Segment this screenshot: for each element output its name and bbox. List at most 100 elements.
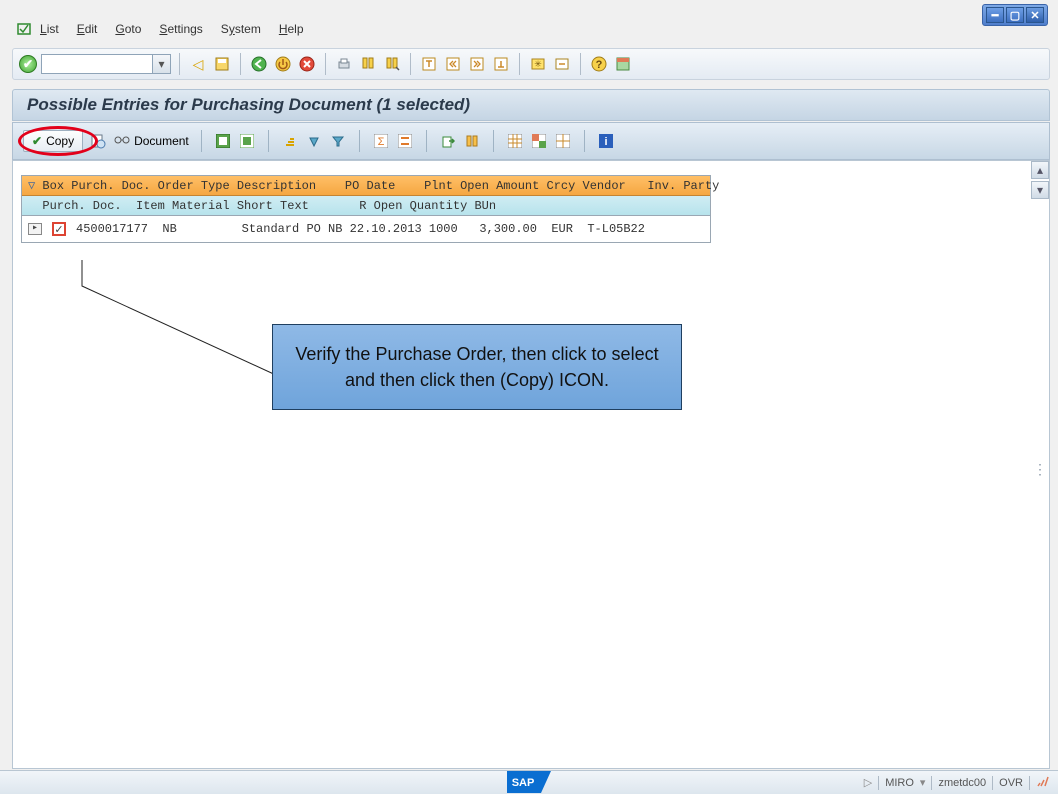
scroll-down-icon[interactable]: ▾ [1031,181,1049,199]
prev-page-icon[interactable] [443,54,463,74]
separator [325,53,326,75]
exit-icon[interactable] [273,54,293,74]
menu-edit[interactable]: Edit [77,22,98,36]
grid-small-icon[interactable] [554,132,572,150]
export-icon[interactable] [439,132,457,150]
menu-session-icon[interactable] [16,22,32,36]
expand-icon[interactable]: ▸ [28,223,42,235]
separator [931,776,932,790]
cell-open-amount: 3,300.00 [479,222,537,236]
menu-settings[interactable]: Settings [159,22,202,36]
generate-shortcut-icon[interactable] [552,54,572,74]
separator [992,776,993,790]
enter-button[interactable]: ✔ [19,55,37,73]
refresh-doc-icon[interactable] [89,132,107,150]
status-ovr: OVR [999,777,1023,789]
back-icon[interactable]: ◁ [188,54,208,74]
scroll-grip-icon[interactable]: ⋮⋮ [1033,461,1047,475]
check-green-icon: ✔ [32,134,42,148]
info-icon[interactable]: i [597,132,615,150]
help-icon[interactable]: ? [589,54,609,74]
separator [201,130,202,152]
page-title: Possible Entries for Purchasing Document… [12,89,1050,121]
callout-text: Verify the Purchase Order, then click to… [295,344,658,390]
menu-help[interactable]: Help [279,22,304,36]
svg-text:Σ: Σ [377,136,384,148]
cancel-icon[interactable] [297,54,317,74]
svg-text:SAP: SAP [512,777,535,789]
choose-layout-icon[interactable] [463,132,481,150]
command-dropdown-icon[interactable]: ▾ [152,55,170,73]
separator [519,53,520,75]
document-button[interactable]: Document [113,134,189,149]
sort-desc-icon[interactable] [305,132,323,150]
menu-list[interactable]: List [40,22,59,36]
status-signal-icon [1036,774,1050,791]
cell-description: Standard PO NB [242,222,343,236]
separator [1029,776,1030,790]
find-icon[interactable] [358,54,378,74]
application-toolbar: ✔ Copy Document Σ i [12,122,1050,160]
status-system: zmetdc00 [938,777,986,789]
cell-crcy: EUR [551,222,573,236]
svg-text:✳: ✳ [534,59,542,69]
separator [878,776,879,790]
grid-header-2: Purch. Doc. Item Material Short Text R O… [22,196,710,216]
separator [584,130,585,152]
separator [240,53,241,75]
content-area: ▴ ▾ ⋮⋮ ▽ Box Purch. Doc. Order Type Desc… [12,160,1050,769]
separator [410,53,411,75]
table-row[interactable]: ▸ 4500017177 NB Standard PO NB 22.10.201… [22,216,710,242]
menubar: List Edit Goto Settings System Help [16,18,1050,40]
separator [359,130,360,152]
separator [580,53,581,75]
sap-logo: SAP [507,771,551,793]
save-icon[interactable] [212,54,232,74]
copy-label: Copy [46,134,74,148]
cell-purch-doc: 4500017177 [76,222,148,236]
filter-icon[interactable] [329,132,347,150]
separator [426,130,427,152]
status-tcode: MIRO [885,777,914,789]
cell-plant: 1000 [429,222,458,236]
collapse-icon[interactable]: ▽ [28,178,35,193]
svg-text:i: i [604,136,607,148]
first-page-icon[interactable] [419,54,439,74]
separator [179,53,180,75]
copy-button[interactable]: ✔ Copy [23,130,83,152]
scroll-up-icon[interactable]: ▴ [1031,161,1049,179]
instruction-callout: Verify the Purchase Order, then click to… [272,324,682,410]
next-page-icon[interactable] [467,54,487,74]
layout-menu-icon[interactable] [613,54,633,74]
create-session-icon[interactable]: ✳ [528,54,548,74]
last-page-icon[interactable] [491,54,511,74]
page-title-text: Possible Entries for Purchasing Document… [27,95,470,115]
status-dropdown-icon[interactable]: ▾ [920,776,926,789]
status-triangle-icon[interactable]: ▷ [864,776,872,789]
cell-order-type: NB [162,222,176,236]
sort-asc-icon[interactable] [281,132,299,150]
separator [268,130,269,152]
deselect-all-icon[interactable] [238,132,256,150]
find-next-icon[interactable] [382,54,402,74]
header1-text: Box Purch. Doc. Order Type Description P… [35,179,719,193]
total-icon[interactable]: Σ [372,132,390,150]
glasses-icon [113,134,131,149]
command-field[interactable]: ▾ [41,54,171,74]
grid-color-icon[interactable] [530,132,548,150]
select-all-icon[interactable] [214,132,232,150]
menu-system[interactable]: System [221,22,261,36]
result-grid: ▽ Box Purch. Doc. Order Type Description… [21,175,711,243]
grid-icon[interactable] [506,132,524,150]
cell-po-date: 22.10.2013 [350,222,422,236]
grid-header-1: ▽ Box Purch. Doc. Order Type Description… [22,176,710,196]
menu-goto[interactable]: Goto [115,22,141,36]
subtotal-icon[interactable] [396,132,414,150]
header2-text: Purch. Doc. Item Material Short Text R O… [28,199,496,213]
standard-toolbar: ✔ ▾ ◁ ✳ ? [12,48,1050,80]
print-icon[interactable] [334,54,354,74]
row-checkbox[interactable] [52,222,66,236]
back-green-icon[interactable] [249,54,269,74]
separator [493,130,494,152]
cell-vendor: T-L05B22 [587,222,645,236]
